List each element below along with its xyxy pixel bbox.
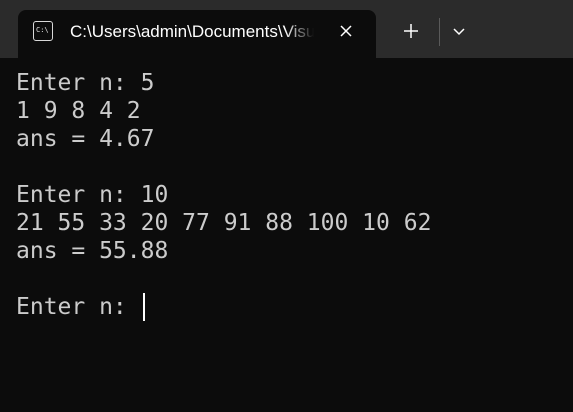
profile-dropdown-button[interactable] <box>445 16 473 46</box>
terminal-icon: C:\ <box>33 21 53 41</box>
terminal-tab[interactable]: C:\ C:\Users\admin\Documents\Visual Stud… <box>18 10 376 58</box>
new-tab-button[interactable] <box>396 16 426 46</box>
tab-separator <box>439 18 440 46</box>
terminal-line: ans = 55.88 <box>16 238 169 264</box>
text-cursor <box>143 293 145 321</box>
terminal-line: Enter n: 5 <box>16 70 155 96</box>
title-bar: C:\ C:\Users\admin\Documents\Visual Stud… <box>0 0 573 58</box>
terminal-output[interactable]: Enter n: 5 1 9 8 4 2 ans = 4.67 Enter n:… <box>0 58 573 412</box>
terminal-prompt: Enter n: <box>16 294 141 320</box>
chevron-down-icon <box>445 28 473 50</box>
close-icon[interactable] <box>336 21 356 41</box>
plus-icon <box>396 24 426 50</box>
terminal-line: 1 9 8 4 2 <box>16 98 141 124</box>
tab-title: C:\Users\admin\Documents\Visual Studio <box>70 22 314 41</box>
terminal-line: ans = 4.67 <box>16 126 155 152</box>
terminal-line: Enter n: 10 <box>16 182 169 208</box>
terminal-line: 21 55 33 20 77 91 88 100 10 62 <box>16 210 432 236</box>
